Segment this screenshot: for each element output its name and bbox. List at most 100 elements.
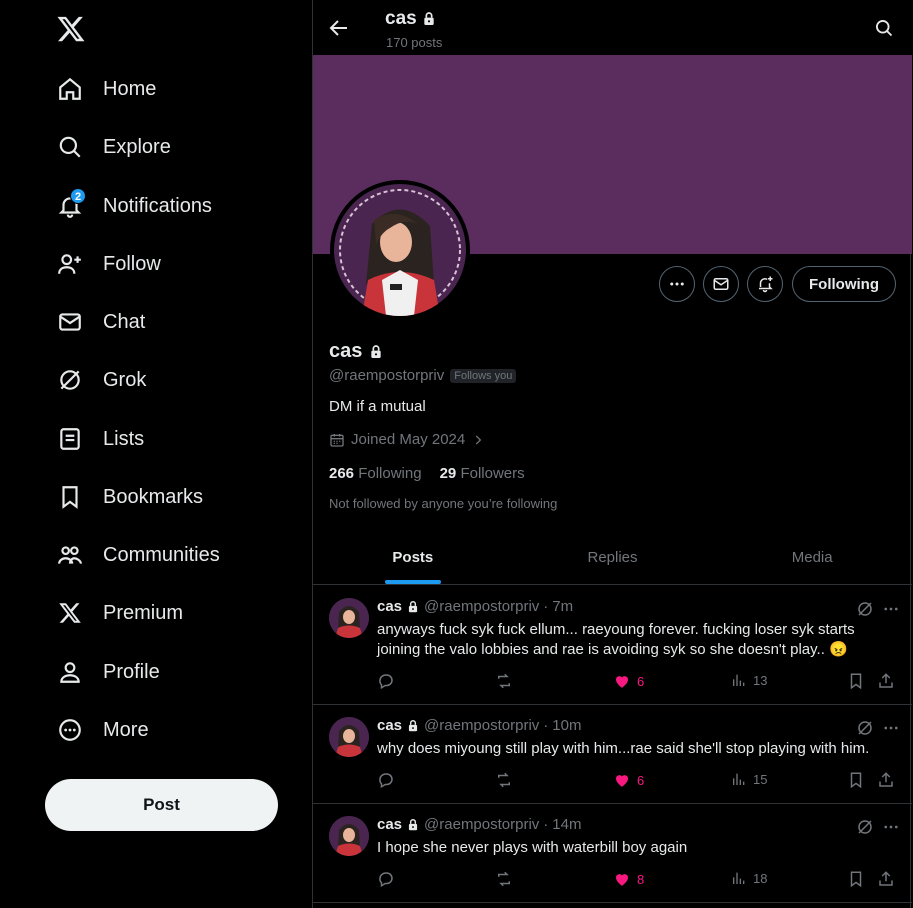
sidebar: Home Explore 2 Notifications Follow Chat… <box>0 0 312 908</box>
search-icon[interactable] <box>874 18 894 38</box>
views-count: 13 <box>753 672 768 688</box>
like-button[interactable]: 8 <box>613 870 644 888</box>
repost-button[interactable] <box>495 771 513 789</box>
reply-icon <box>377 771 395 789</box>
share-icon <box>877 672 895 690</box>
tweet-text: why does miyoung still play with him...r… <box>377 740 870 757</box>
repost-icon <box>495 771 513 789</box>
repost-button[interactable] <box>495 672 513 690</box>
bookmark-button[interactable] <box>847 771 865 789</box>
x-logo-icon[interactable] <box>56 14 86 44</box>
reply-button[interactable] <box>377 672 395 690</box>
bookmark-button[interactable] <box>847 672 865 690</box>
followers-label: Followers <box>460 465 525 482</box>
nav-notifications[interactable]: 2 Notifications <box>50 182 212 230</box>
nav-more[interactable]: More <box>50 706 149 754</box>
like-button[interactable]: 6 <box>613 771 644 789</box>
tab-posts[interactable]: Posts <box>313 530 513 584</box>
views-button[interactable]: 13 <box>731 672 767 688</box>
tweet[interactable]: cas @raempostorpriv · 14m I hope she nev… <box>313 804 912 903</box>
views-button[interactable]: 15 <box>731 771 767 787</box>
tab-media[interactable]: Media <box>712 530 912 584</box>
nav-home[interactable]: Home <box>50 65 156 113</box>
notify-button[interactable] <box>747 266 783 302</box>
more-horizontal-icon[interactable] <box>882 719 900 737</box>
nav-bookmarks[interactable]: Bookmarks <box>50 473 203 521</box>
grok-icon[interactable] <box>856 719 874 737</box>
lock-icon <box>406 719 420 733</box>
tweet-author-name[interactable]: cas <box>377 598 402 615</box>
followers-stat[interactable]: 29 Followers <box>440 465 525 482</box>
avatar[interactable] <box>329 717 369 757</box>
mail-icon <box>50 302 90 342</box>
joined-text: Joined May 2024 <box>351 431 466 448</box>
nav-follow[interactable]: Follow <box>50 240 161 288</box>
more-options-button[interactable] <box>659 266 695 302</box>
views-button[interactable]: 18 <box>731 870 767 886</box>
avatar[interactable] <box>329 816 369 856</box>
tweet-header: cas @raempostorpriv · 10m <box>377 717 581 734</box>
bookmark-button[interactable] <box>847 870 865 888</box>
tweet-author-name[interactable]: cas <box>377 816 402 833</box>
followers-count: 29 <box>439 465 457 482</box>
more-horizontal-icon[interactable] <box>882 600 900 618</box>
heart-icon <box>613 870 631 888</box>
profile-avatar[interactable] <box>330 180 470 320</box>
tweet-text: I hope she never plays with waterbill bo… <box>377 839 688 856</box>
nav-profile[interactable]: Profile <box>50 648 160 696</box>
nav-label: Follow <box>103 252 161 275</box>
profile-name: cas <box>329 340 384 363</box>
tweet-author-name[interactable]: cas <box>377 717 402 734</box>
share-button[interactable] <box>877 771 895 789</box>
tweet-time[interactable]: 10m <box>552 717 581 734</box>
follows-you-badge: Follows you <box>450 368 517 383</box>
tweet[interactable]: cas @raempostorpriv · 7m anyways fuck sy… <box>313 586 912 705</box>
like-button[interactable]: 6 <box>613 672 644 690</box>
x-logo-icon <box>50 593 90 633</box>
reply-button[interactable] <box>377 870 395 888</box>
tweet-handle[interactable]: @raempostorpriv <box>424 717 539 734</box>
nav-chat[interactable]: Chat <box>50 298 145 346</box>
share-button[interactable] <box>877 672 895 690</box>
nav-lists[interactable]: Lists <box>50 415 144 463</box>
header-name-text: cas <box>385 8 417 29</box>
grok-icon[interactable] <box>856 818 874 836</box>
communities-icon <box>50 535 90 575</box>
nav-premium[interactable]: Premium <box>50 589 183 637</box>
repost-button[interactable] <box>495 870 513 888</box>
handle-text: @raempostorpriv <box>329 367 445 384</box>
tweet-handle[interactable]: @raempostorpriv <box>424 598 539 615</box>
reply-button[interactable] <box>377 771 395 789</box>
avatar[interactable] <box>329 598 369 638</box>
calendar-icon <box>329 432 345 448</box>
tweet[interactable]: cas @raempostorpriv · 10m why does miyou… <box>313 705 912 804</box>
share-button[interactable] <box>877 870 895 888</box>
profile-icon <box>50 652 90 692</box>
following-count: 266 <box>329 465 355 482</box>
nav-grok[interactable]: Grok <box>50 356 146 404</box>
back-arrow-icon[interactable] <box>327 16 351 40</box>
nav-label: Notifications <box>103 194 212 217</box>
following-button[interactable]: Following <box>792 266 896 302</box>
following-stat[interactable]: 266 Following <box>329 465 422 482</box>
tweet-handle[interactable]: @raempostorpriv <box>424 816 539 833</box>
tweet-time[interactable]: 7m <box>552 598 573 615</box>
reply-icon <box>377 870 395 888</box>
nav-explore[interactable]: Explore <box>50 123 171 171</box>
views-icon <box>731 672 747 688</box>
more-circle-icon <box>50 710 90 750</box>
message-button[interactable] <box>703 266 739 302</box>
reply-icon <box>377 672 395 690</box>
post-button[interactable]: Post <box>45 779 278 831</box>
grok-icon <box>50 360 90 400</box>
tab-replies[interactable]: Replies <box>513 530 713 584</box>
heart-icon <box>613 672 631 690</box>
profile-joined[interactable]: Joined May 2024 <box>329 431 485 448</box>
nav-label: Chat <box>103 310 146 333</box>
grok-icon[interactable] <box>856 600 874 618</box>
nav-label: Home <box>103 77 157 100</box>
more-horizontal-icon[interactable] <box>882 818 900 836</box>
share-icon <box>877 870 895 888</box>
nav-communities[interactable]: Communities <box>50 531 220 579</box>
tweet-time[interactable]: 14m <box>552 816 581 833</box>
